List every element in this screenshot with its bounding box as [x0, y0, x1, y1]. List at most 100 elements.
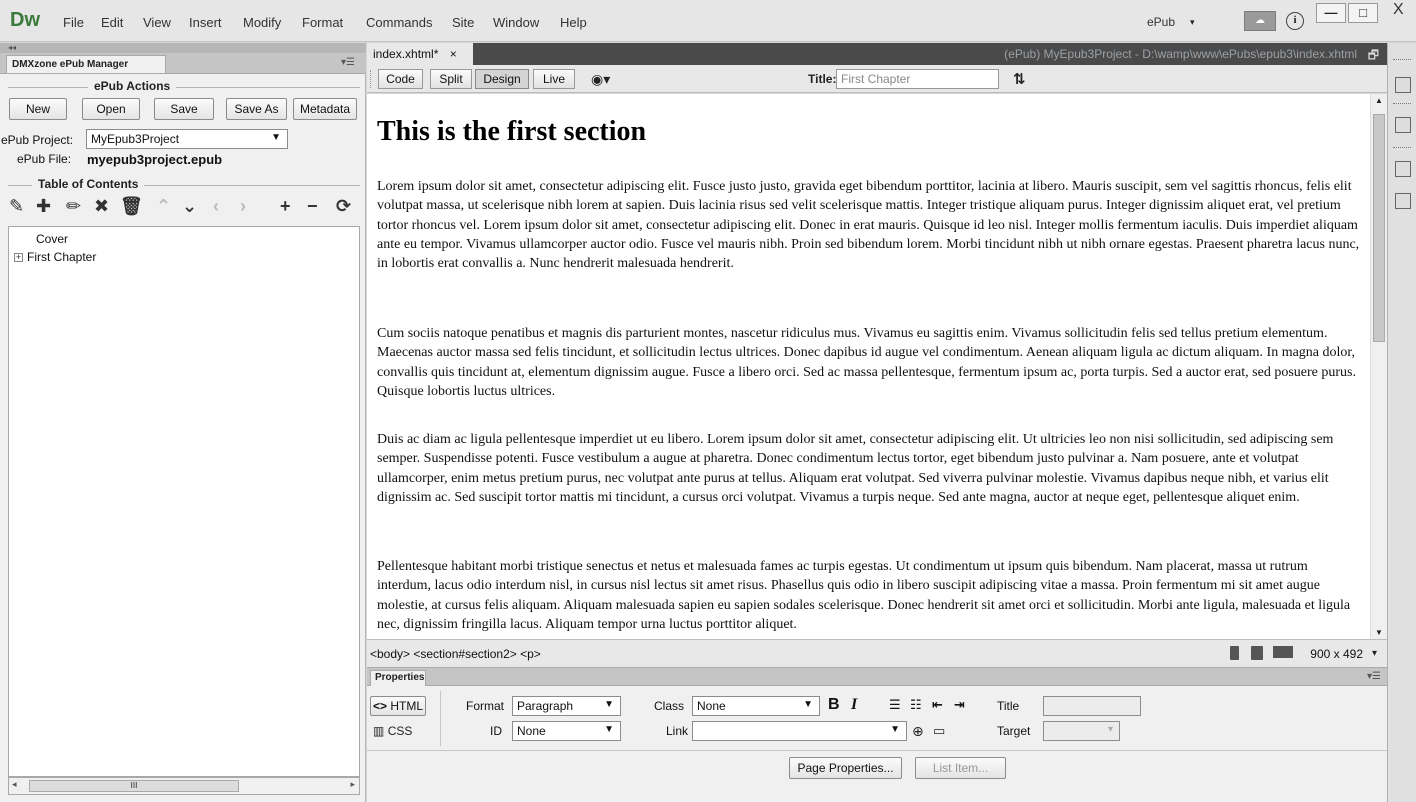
trash-icon[interactable]: 🗑: [120, 196, 143, 216]
design-view[interactable]: This is the first section Lorem ipsum do…: [367, 94, 1370, 639]
expand-icon[interactable]: +: [14, 253, 23, 262]
bold-button[interactable]: B: [828, 696, 840, 714]
paragraph[interactable]: Cum sociis natoque penatibus et magnis d…: [377, 324, 1362, 401]
sort-icon[interactable]: ⇅: [1013, 70, 1026, 88]
format-select[interactable]: Paragraph ▼: [512, 696, 621, 716]
menu-format[interactable]: Format: [302, 15, 343, 30]
menu-view[interactable]: View: [143, 15, 171, 30]
menu-site[interactable]: Site: [452, 15, 474, 30]
window-size[interactable]: 900 x 492: [1310, 647, 1363, 661]
scroll-right-icon[interactable]: ▸: [350, 779, 355, 790]
tablet-size-icon[interactable]: [1251, 646, 1263, 660]
refresh-icon[interactable]: ⟳: [336, 196, 351, 216]
edit-icon[interactable]: ✎: [9, 196, 24, 216]
scroll-down-icon[interactable]: ▼: [1375, 628, 1383, 637]
class-select[interactable]: None ▼: [692, 696, 820, 716]
remove-icon[interactable]: −: [307, 196, 318, 216]
code-view-button[interactable]: Code: [378, 69, 423, 89]
scroll-thumb[interactable]: [1373, 114, 1385, 342]
add-child-icon[interactable]: +: [280, 196, 291, 216]
mobile-size-icon[interactable]: [1230, 646, 1239, 660]
close-tab-icon[interactable]: ×: [450, 47, 457, 61]
menu-commands[interactable]: Commands: [366, 15, 432, 30]
paragraph[interactable]: Pellentesque habitant morbi tristique se…: [377, 557, 1362, 634]
desktop-size-icon[interactable]: [1273, 646, 1293, 658]
menu-window[interactable]: Window: [493, 15, 539, 30]
minimize-button[interactable]: —: [1316, 3, 1346, 23]
chevron-down-icon[interactable]: ▾: [1190, 17, 1195, 28]
pencil-icon[interactable]: ✏: [66, 196, 81, 216]
maximize-button[interactable]: □: [1348, 3, 1378, 23]
title-field[interactable]: [1043, 696, 1141, 716]
metadata-button[interactable]: Metadata: [293, 98, 357, 120]
scroll-left-icon[interactable]: ◂: [12, 779, 17, 790]
restore-window-icon[interactable]: 🗗: [1368, 46, 1379, 67]
paragraph[interactable]: Lorem ipsum dolor sit amet, consectetur …: [377, 177, 1362, 273]
close-button[interactable]: X: [1393, 1, 1404, 19]
panel-menu-icon[interactable]: ▾☰: [341, 57, 355, 68]
indent-icon[interactable]: ⇥: [954, 697, 965, 713]
scroll-up-icon[interactable]: ▲: [1375, 96, 1383, 105]
css-mode-button[interactable]: ▥ CSS: [373, 724, 412, 738]
dock-grip[interactable]: [1393, 103, 1411, 107]
save-button[interactable]: Save: [154, 98, 214, 120]
properties-tab[interactable]: Properties: [370, 670, 426, 686]
move-up-icon[interactable]: ⌃: [156, 196, 171, 216]
unordered-list-icon[interactable]: ☰: [889, 697, 901, 713]
chevron-down-icon[interactable]: ▾: [1372, 648, 1377, 659]
menu-help[interactable]: Help: [560, 15, 587, 30]
dock-grip[interactable]: [1393, 59, 1411, 63]
panel-collapse-strip[interactable]: ◂◂: [0, 43, 366, 53]
menu-modify[interactable]: Modify: [243, 15, 281, 30]
move-right-icon[interactable]: ›: [240, 196, 246, 216]
save-as-button[interactable]: Save As: [226, 98, 287, 120]
menu-edit[interactable]: Edit: [101, 15, 123, 30]
move-down-icon[interactable]: ⌄: [182, 196, 197, 216]
title-input[interactable]: First Chapter: [836, 69, 999, 89]
menu-file[interactable]: File: [63, 15, 84, 30]
new-button[interactable]: New: [9, 98, 67, 120]
workspace-switcher[interactable]: ePub: [1147, 15, 1175, 29]
list-item-button[interactable]: List Item...: [915, 757, 1006, 779]
vertical-scrollbar[interactable]: ▲ ▼: [1370, 94, 1387, 639]
link-input[interactable]: ▼: [692, 721, 907, 741]
point-to-file-icon[interactable]: ⊕: [912, 723, 924, 740]
dock-grip[interactable]: [1393, 147, 1411, 151]
scroll-thumb[interactable]: III: [29, 780, 239, 792]
italic-button[interactable]: I: [851, 696, 857, 714]
paragraph[interactable]: Duis ac diam ac ligula pellentesque impe…: [377, 430, 1362, 507]
horizontal-scrollbar[interactable]: ◂ III ▸: [8, 777, 360, 795]
insert-panel-icon[interactable]: [1395, 77, 1411, 93]
html-mode-button[interactable]: <> HTML: [370, 696, 426, 716]
page-properties-button[interactable]: Page Properties...: [789, 757, 902, 779]
outdent-icon[interactable]: ⇤: [932, 697, 943, 713]
live-view-button[interactable]: Live: [533, 69, 575, 89]
project-select[interactable]: MyEpub3Project ▼: [86, 129, 288, 149]
menu-insert[interactable]: Insert: [189, 15, 222, 30]
css-designer-icon[interactable]: [1395, 117, 1411, 133]
info-icon[interactable]: i: [1286, 12, 1304, 30]
toc-item-cover[interactable]: Cover: [36, 232, 68, 246]
folder-icon[interactable]: ▭: [933, 723, 945, 739]
toc-item-first-chapter[interactable]: First Chapter: [27, 250, 96, 264]
section-heading[interactable]: This is the first section: [377, 116, 646, 148]
design-view-button[interactable]: Design: [475, 69, 529, 89]
delete-icon[interactable]: ✖: [94, 196, 109, 216]
add-icon[interactable]: ✚: [36, 196, 51, 216]
toc-tree[interactable]: Cover + First Chapter: [8, 226, 360, 777]
move-left-icon[interactable]: ‹: [213, 196, 219, 216]
globe-icon[interactable]: ◉▾: [591, 71, 610, 88]
files-panel-icon[interactable]: [1395, 161, 1411, 177]
assets-panel-icon[interactable]: [1395, 193, 1411, 209]
panel-tab-epub-manager[interactable]: DMXzone ePub Manager: [6, 55, 166, 73]
sync-settings-icon[interactable]: ☁: [1244, 11, 1276, 31]
target-select[interactable]: ▾: [1043, 721, 1120, 741]
ordered-list-icon[interactable]: ☷: [910, 697, 922, 713]
id-select[interactable]: None ▼: [512, 721, 621, 741]
open-button[interactable]: Open: [82, 98, 140, 120]
split-view-button[interactable]: Split: [430, 69, 472, 89]
toolbar-grip[interactable]: [370, 70, 373, 88]
panel-menu-icon[interactable]: ▾☰: [1367, 671, 1381, 682]
document-tab[interactable]: index.xhtml* ×: [367, 43, 473, 65]
tag-selector[interactable]: <body> <section#section2> <p>: [370, 647, 541, 661]
